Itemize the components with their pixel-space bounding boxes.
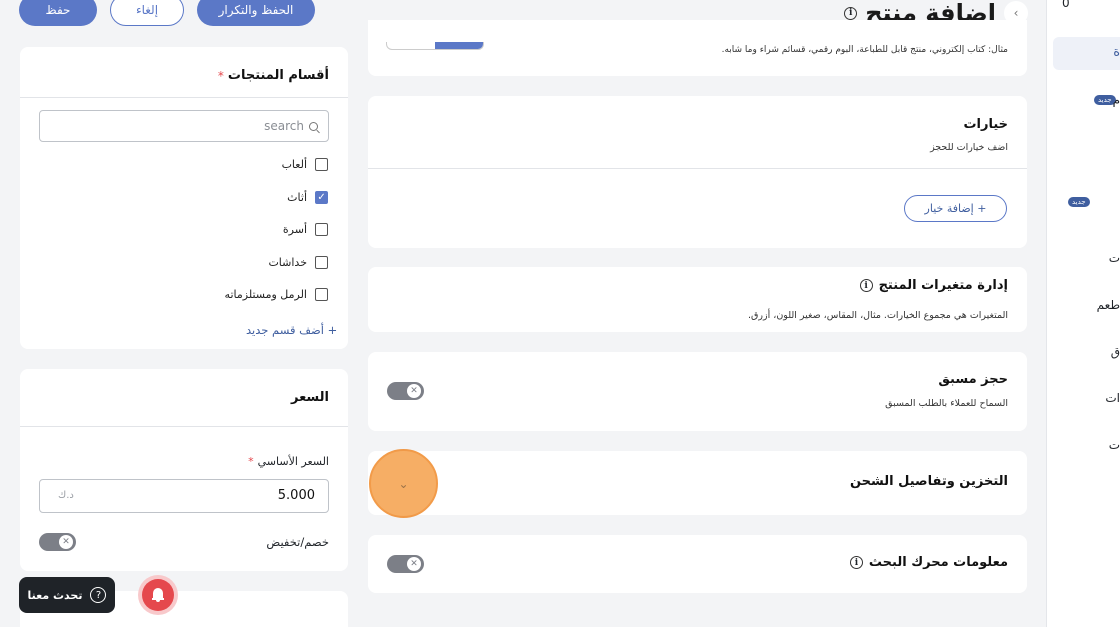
checkbox[interactable] — [315, 223, 328, 236]
sidebar-item[interactable]: طعم — [1097, 298, 1120, 312]
storage-card[interactable]: التخزين وتفاصيل الشحن — [368, 451, 1027, 515]
category-label: خداشات — [268, 256, 307, 269]
search-icon — [309, 121, 320, 134]
close-icon: ✕ — [407, 557, 421, 571]
sidebar: 0 ة جديد م جديد ت طعم ق ات ت — [1046, 0, 1120, 627]
category-item[interactable]: ✓ أثاث — [287, 191, 328, 204]
category-label: أسرة — [282, 223, 307, 236]
sidebar-item[interactable]: ات — [1105, 391, 1120, 405]
expand-storage-button[interactable]: ⌄ — [369, 449, 438, 518]
sidebar-counter: 0 — [1062, 0, 1070, 10]
info-icon[interactable]: i — [844, 6, 858, 20]
category-item[interactable]: ألعاب — [282, 158, 328, 171]
category-label: أثاث — [287, 191, 307, 204]
divider — [368, 168, 1027, 169]
help-circle-icon: ? — [90, 587, 107, 603]
chat-label: تحدث معنا — [27, 588, 83, 602]
close-icon: ✕ — [59, 535, 73, 549]
base-price-input[interactable]: 5.000 د.ك — [39, 479, 329, 513]
category-label: ألعاب — [281, 158, 307, 171]
chevron-down-icon: ⌄ — [398, 476, 409, 491]
preorder-card: حجز مسبق السماح للعملاء بالطلب المسبق ✕ — [368, 352, 1027, 431]
chevron-left-icon: ‹ — [1013, 6, 1019, 20]
storage-title: التخزين وتفاصيل الشحن — [849, 474, 1008, 489]
search-field[interactable]: search — [39, 110, 329, 142]
variants-subtitle: المتغيرات هي مجموع الخيارات. مثال، المقا… — [748, 310, 1008, 321]
checkbox[interactable] — [315, 256, 328, 269]
preorder-subtitle: السماح للعملاء بالطلب المسبق — [885, 398, 1008, 409]
preorder-title: حجز مسبق — [938, 372, 1008, 387]
checkbox[interactable] — [315, 288, 328, 301]
category-label: الرمل ومستلزماته — [224, 288, 307, 301]
seo-card: معلومات محرك البحث i ✕ — [368, 535, 1027, 593]
variants-title: إدارة متغيرات المنتج — [878, 278, 1008, 293]
required-mark: * — [248, 455, 254, 468]
variants-card: إدارة متغيرات المنتج i المتغيرات هي مجمو… — [368, 267, 1027, 332]
sidebar-item[interactable]: ت — [1109, 251, 1120, 265]
bell-icon — [152, 588, 164, 602]
price-value: 5.000 — [277, 488, 315, 503]
type-hint: مثال: كتاب إلكتروني، منتج قابل للطباعة، … — [721, 45, 1008, 55]
base-price-label: السعر الأساسي — [257, 455, 329, 468]
close-icon: ✕ — [407, 384, 421, 398]
info-icon[interactable]: i — [849, 556, 863, 569]
sidebar-item[interactable]: ق — [1111, 345, 1120, 359]
variants-header: إدارة متغيرات المنتج i — [859, 278, 1008, 293]
sidebar-item[interactable]: م — [1113, 93, 1120, 107]
cancel-button[interactable]: إلغاء — [110, 0, 184, 26]
new-badge: جديد — [1068, 197, 1090, 207]
category-item[interactable]: أسرة — [283, 223, 328, 236]
categories-title: أقسام المنتجات — [227, 68, 329, 83]
options-card: خيارات اضف خيارات للحجز + إضافة خيار — [368, 96, 1027, 248]
currency-label: د.ك — [58, 490, 74, 501]
sidebar-item-active[interactable]: ة — [1053, 37, 1120, 70]
save-button[interactable]: حفظ — [19, 0, 97, 26]
divider — [20, 97, 348, 98]
category-item[interactable]: خداشات — [268, 256, 328, 269]
save-and-repeat-button[interactable]: الحفظ والتكرار — [197, 0, 315, 26]
checkbox-checked[interactable]: ✓ — [315, 191, 328, 204]
add-option-button[interactable]: + إضافة خيار — [904, 195, 1007, 222]
discount-label: خصم/تخفيض — [266, 535, 329, 549]
discount-toggle[interactable]: ✕ — [39, 533, 76, 551]
add-category-link[interactable]: + أضف قسم جديد — [246, 323, 337, 337]
price-title: السعر — [291, 390, 329, 405]
base-price-label-row: السعر الأساسي * — [248, 455, 329, 468]
notification-button[interactable] — [138, 575, 178, 615]
seo-title: معلومات محرك البحث — [868, 555, 1008, 570]
checkbox[interactable] — [315, 158, 328, 171]
type-segment-control[interactable] — [386, 42, 484, 50]
categories-header: أقسام المنتجات * — [218, 68, 329, 83]
sidebar-item[interactable]: ت — [1109, 438, 1120, 452]
product-type-card: مثال: كتاب إلكتروني، منتج قابل للطباعة، … — [368, 20, 1027, 76]
price-card: السعر السعر الأساسي * 5.000 د.ك خصم/تخفي… — [20, 369, 348, 571]
options-subtitle: اضف خيارات للحجز — [930, 142, 1008, 153]
sidebar-border — [1046, 0, 1047, 627]
info-icon[interactable]: i — [859, 279, 873, 292]
divider — [20, 426, 348, 427]
check-icon: ✓ — [317, 192, 326, 203]
seo-toggle[interactable]: ✕ — [387, 555, 424, 573]
seo-header: معلومات محرك البحث i — [849, 555, 1008, 570]
options-title: خيارات — [963, 117, 1008, 132]
chat-button[interactable]: ? تحدث معنا — [19, 577, 115, 613]
categories-card: أقسام المنتجات * search ألعاب ✓ أثاث أسر… — [20, 47, 348, 349]
search-placeholder: search — [264, 119, 304, 133]
preorder-toggle[interactable]: ✕ — [387, 382, 424, 400]
category-item[interactable]: الرمل ومستلزماته — [225, 288, 328, 301]
required-mark: * — [217, 68, 224, 83]
